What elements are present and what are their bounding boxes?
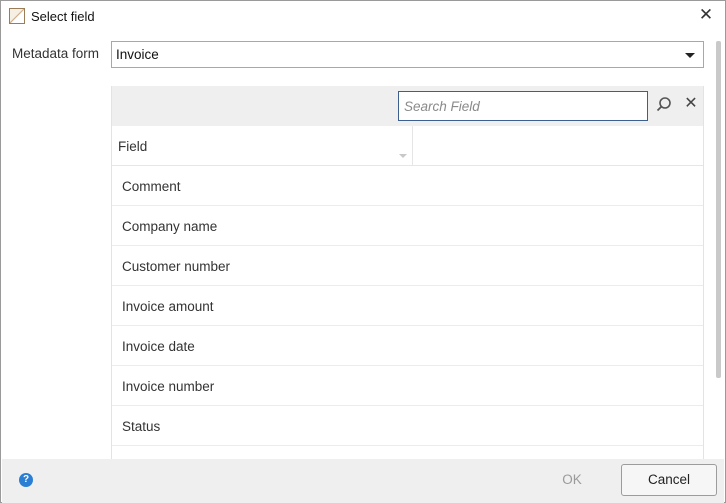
list-item[interactable]: Invoice date [112,326,703,366]
list-item-label: Customer number [122,259,231,274]
list-item[interactable]: Invoice number [112,366,703,406]
search-toolbar: ✕ [112,86,703,126]
column-header-field[interactable]: Field [112,126,703,166]
dialog-title: Select field [31,9,95,24]
field-list: Comment Company name Customer number Inv… [112,166,703,446]
column-divider[interactable] [412,126,413,166]
metadata-form-label: Metadata form [12,46,100,61]
list-item[interactable]: Customer number [112,246,703,286]
sort-arrow-icon[interactable] [399,154,407,158]
metadata-form-select[interactable]: Invoice [111,41,704,68]
list-item-label: Invoice amount [122,299,214,314]
list-item-label: Company name [122,219,218,234]
select-field-dialog: Select field ✕ Metadata form Invoice ✕ F… [0,0,726,503]
list-item[interactable]: Invoice amount [112,286,703,326]
list-item-label: Invoice date [122,339,195,354]
help-icon[interactable]: ? [19,473,33,487]
list-item[interactable]: Comment [112,166,703,206]
column-header-label: Field [118,139,148,154]
cancel-button[interactable]: Cancel [621,464,717,496]
clear-search-icon[interactable]: ✕ [682,95,700,113]
list-item-label: Invoice number [122,379,215,394]
ok-button[interactable]: OK [547,472,597,490]
list-item-label: Status [122,419,161,434]
vertical-scrollbar[interactable] [716,41,721,378]
list-item[interactable]: Company name [112,206,703,246]
close-icon[interactable]: ✕ [697,6,715,24]
list-item[interactable]: Status [112,406,703,446]
title-bar: Select field ✕ [1,1,725,31]
app-form-icon [9,8,25,24]
search-input[interactable] [398,91,648,121]
metadata-form-value: Invoice [116,47,159,62]
field-list-panel: ✕ Field Comment Company name Customer nu… [111,86,704,459]
dialog-footer: ? OK Cancel [2,459,724,503]
search-icon[interactable] [655,96,673,114]
list-item-label: Comment [122,179,181,194]
chevron-down-icon[interactable] [685,53,695,58]
